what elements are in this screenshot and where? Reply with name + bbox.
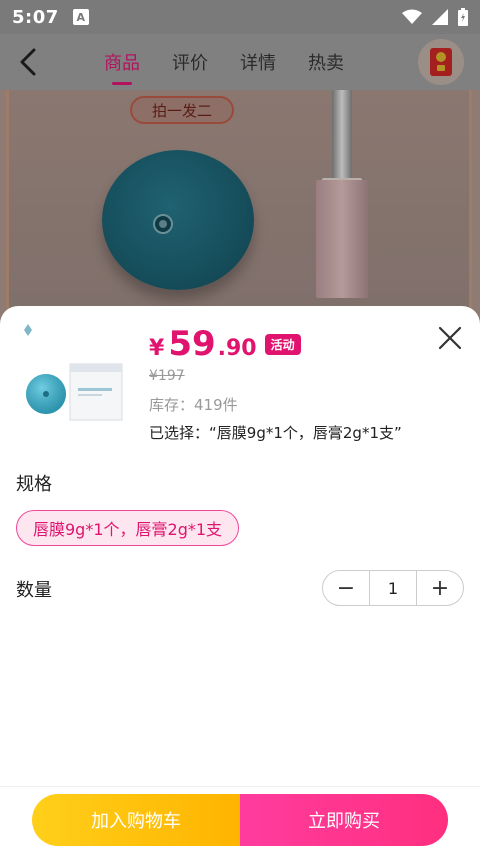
- spec-label: 规格: [16, 474, 52, 495]
- chevron-left-icon: [20, 48, 36, 76]
- lipstick-tube: [332, 90, 352, 180]
- decrease-button[interactable]: −: [323, 570, 369, 606]
- lipstick-base: [316, 180, 368, 298]
- wifi-icon: [402, 9, 422, 24]
- back-button[interactable]: [0, 34, 56, 90]
- original-price: ¥197: [149, 368, 185, 384]
- stock-count: 库存：419件: [149, 396, 238, 414]
- product-image: 拍一发二: [0, 90, 480, 330]
- price-integer: 59: [168, 324, 216, 364]
- jar-hole: [153, 214, 173, 234]
- tab-reviews[interactable]: 评价: [172, 43, 208, 81]
- product-thumbnail: [16, 320, 128, 432]
- status-icons: [402, 8, 468, 26]
- quantity-value[interactable]: 1: [369, 570, 417, 606]
- notification-icon: A: [72, 9, 89, 25]
- price-row: ¥ 59 .90 活动: [149, 324, 301, 364]
- quantity-label: 数量: [16, 580, 52, 601]
- price-decimal: .90: [217, 336, 257, 361]
- selected-spec: 已选择：“唇膜9g*1个，唇膏2g*1支”: [149, 424, 402, 442]
- tab-product[interactable]: 商品: [104, 43, 140, 85]
- tab-details[interactable]: 详情: [240, 43, 276, 81]
- buy-now-button[interactable]: 立即购买: [240, 794, 448, 846]
- red-envelope-icon: [430, 48, 452, 76]
- signal-icon: [432, 9, 448, 25]
- increase-button[interactable]: +: [417, 570, 463, 606]
- promo-pill: 拍一发二: [130, 96, 234, 124]
- quantity-stepper: − 1 +: [322, 570, 464, 606]
- close-button[interactable]: [438, 326, 462, 350]
- activity-badge: 活动: [264, 333, 301, 355]
- red-packet-button[interactable]: [418, 39, 464, 85]
- tab-hot[interactable]: 热卖: [308, 43, 344, 81]
- action-bar: 加入购物车 立即购买: [0, 786, 480, 853]
- lip-mask-jar: [102, 150, 254, 290]
- price-currency: ¥: [149, 336, 165, 361]
- close-icon: [438, 326, 462, 350]
- battery-icon: [458, 8, 468, 26]
- top-nav: 商品 评价 详情 热卖: [0, 34, 480, 90]
- tab-bar: 商品 评价 详情 热卖: [104, 43, 344, 85]
- spec-option-chip[interactable]: 唇膜9g*1个，唇膏2g*1支: [16, 510, 240, 546]
- sku-sheet: ¥ 59 .90 活动 ¥197 库存：419件 已选择：“唇膜9g*1个，唇膏…: [0, 306, 480, 786]
- status-time: 5:07: [12, 6, 59, 28]
- add-to-cart-button[interactable]: 加入购物车: [32, 794, 240, 846]
- status-bar: 5:07 A: [0, 0, 480, 34]
